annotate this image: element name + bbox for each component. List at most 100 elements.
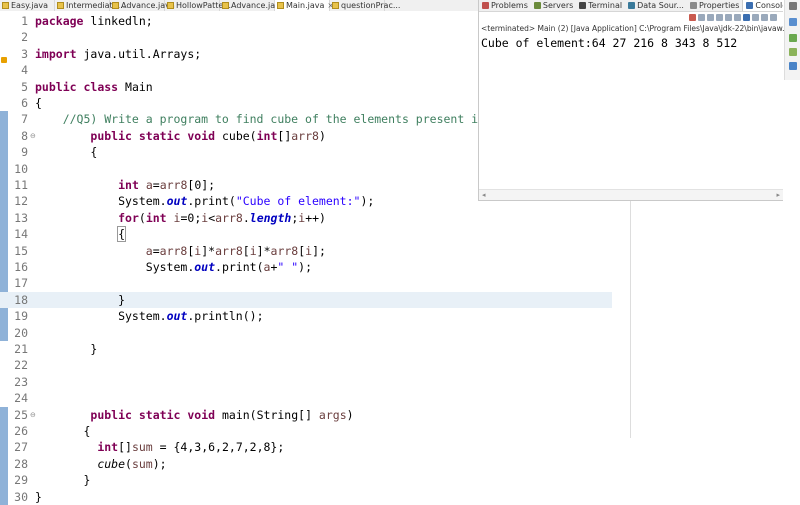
terminal-icon [579,2,587,9]
view-menu-icon[interactable] [770,14,777,21]
remove-launch-icon[interactable] [698,14,705,21]
line-number: 29 [14,473,28,488]
view-tab[interactable]: Properties [687,0,742,11]
display-console-icon[interactable] [752,14,759,21]
line-number: 2 [21,30,28,45]
console-output[interactable]: Cube of element:64 27 216 8 343 8 512 [481,36,737,50]
code-token: ); [360,194,375,209]
code-line[interactable]: 13 for(int i=0;i<arr8.length;i++) [0,210,612,226]
line-number: 17 [14,276,28,291]
code-token: [0]; [187,178,216,192]
view-tab[interactable]: Terminal [576,0,625,11]
code-token: ) [318,128,326,143]
code-token: arr8 [270,243,299,258]
code-token: .println(); [187,309,264,324]
code-text: } [35,292,125,308]
code-text: int a=arr8[0]; [35,177,215,193]
line-number: 13 [14,210,28,225]
code-line[interactable]: 17 [0,275,612,291]
code-line[interactable]: 28 cube(sum); [0,456,612,472]
code-line[interactable]: 20 [0,325,612,341]
code-line[interactable]: 22 [0,357,612,373]
view-tab-label: Problems [491,1,528,10]
code-text: public class Main [35,79,153,95]
line-number: 7 [21,112,28,127]
code-line[interactable]: 27 int[]sum = {4,3,6,2,7,2,8}; [0,439,612,455]
outline-icon[interactable] [789,34,797,42]
code-text: { [35,95,42,111]
editor-tab[interactable]: Advance.java [110,0,175,11]
code-token: = [152,243,160,258]
line-number: 21 [14,342,28,356]
editor-tab[interactable]: HollowPatte... [165,0,231,11]
word-wrap-icon[interactable] [734,14,741,21]
code-token: java.util.Arrays; [76,46,202,61]
code-token: { [117,226,127,243]
pin-console-icon[interactable] [743,14,750,21]
code-token: cube [97,456,126,471]
line-number: 14 [14,227,28,242]
code-token: ]; [312,243,326,258]
code-token: int [118,178,139,192]
view-tab[interactable]: Data Sour... [625,0,687,11]
clear-console-icon[interactable] [716,14,723,21]
view-tab-label: Servers [542,1,574,10]
code-line[interactable]: 15 a=arr8[i]*arr8[i]*arr8[i]; [0,243,612,259]
code-token: } [35,489,42,504]
code-line[interactable]: 30} [0,489,612,505]
line-number: 19 [14,309,28,324]
view-tab[interactable]: Console × [742,0,783,11]
code-line[interactable]: 18 } [0,291,612,309]
code-token: ( [138,210,146,225]
code-line[interactable]: 29 } [0,472,612,488]
view-tab-label: Properties [698,1,740,10]
code-text: package linkedln; [35,13,153,29]
editor-tab-label: Main.java [286,1,325,10]
code-line[interactable]: 21 } [0,341,612,357]
code-line[interactable]: 26 { [0,423,612,439]
editor-tab[interactable]: Advance.java [220,0,285,11]
code-line[interactable]: 19 System.out.println(); [0,308,612,324]
code-token: ++) [305,210,326,225]
line-number: 20 [14,325,28,340]
code-text: for(int i=0;i<arr8.length;i++) [35,210,326,226]
code-line[interactable]: 24 [0,390,612,406]
code-line[interactable]: 25 ⊖ public static void main(String[] arg… [0,407,612,423]
code-text: } [35,472,90,488]
terminate-icon[interactable] [689,14,696,21]
code-text: { [35,144,97,160]
line-number: 5 [21,79,28,94]
code-token: sum [131,456,153,471]
task-list-icon[interactable] [789,18,797,26]
scroll-right-icon[interactable]: ▸ [776,191,780,199]
package-explorer-icon[interactable] [789,48,797,56]
scroll-left-icon[interactable]: ◂ [482,191,486,199]
code-line[interactable]: 23 [0,374,612,390]
code-token: System. [35,260,195,274]
view-tab[interactable]: Problems [479,0,531,11]
code-token: ); [152,456,167,471]
console-horizontal-scrollbar[interactable]: ◂ ▸ [479,189,783,200]
editor-tab[interactable]: Intermediate... [55,0,125,11]
editor-tab[interactable]: Easy.java [0,0,55,11]
java-file-icon [57,2,64,9]
code-token: public [90,128,132,143]
scroll-lock-icon[interactable] [725,14,732,21]
code-line[interactable]: 16 System.out.print(a+" "); [0,259,612,275]
navigator-icon[interactable] [789,62,797,70]
code-token: . [242,210,250,225]
open-console-icon[interactable] [761,14,768,21]
remove-all-icon[interactable] [707,14,714,21]
view-tab[interactable]: Servers [531,0,576,11]
code-line[interactable]: 14 { [0,226,612,243]
editor-tab[interactable]: questionPrac... [330,0,400,11]
minimize-icon[interactable] [789,2,797,10]
line-number: 6 [21,96,28,110]
editor-tab[interactable]: Main.java × [275,0,334,11]
code-text: System.out.print("Cube of element:"); [35,193,374,209]
code-token: static [138,128,181,143]
code-text: { [35,226,127,243]
line-number: 15 [14,243,28,258]
